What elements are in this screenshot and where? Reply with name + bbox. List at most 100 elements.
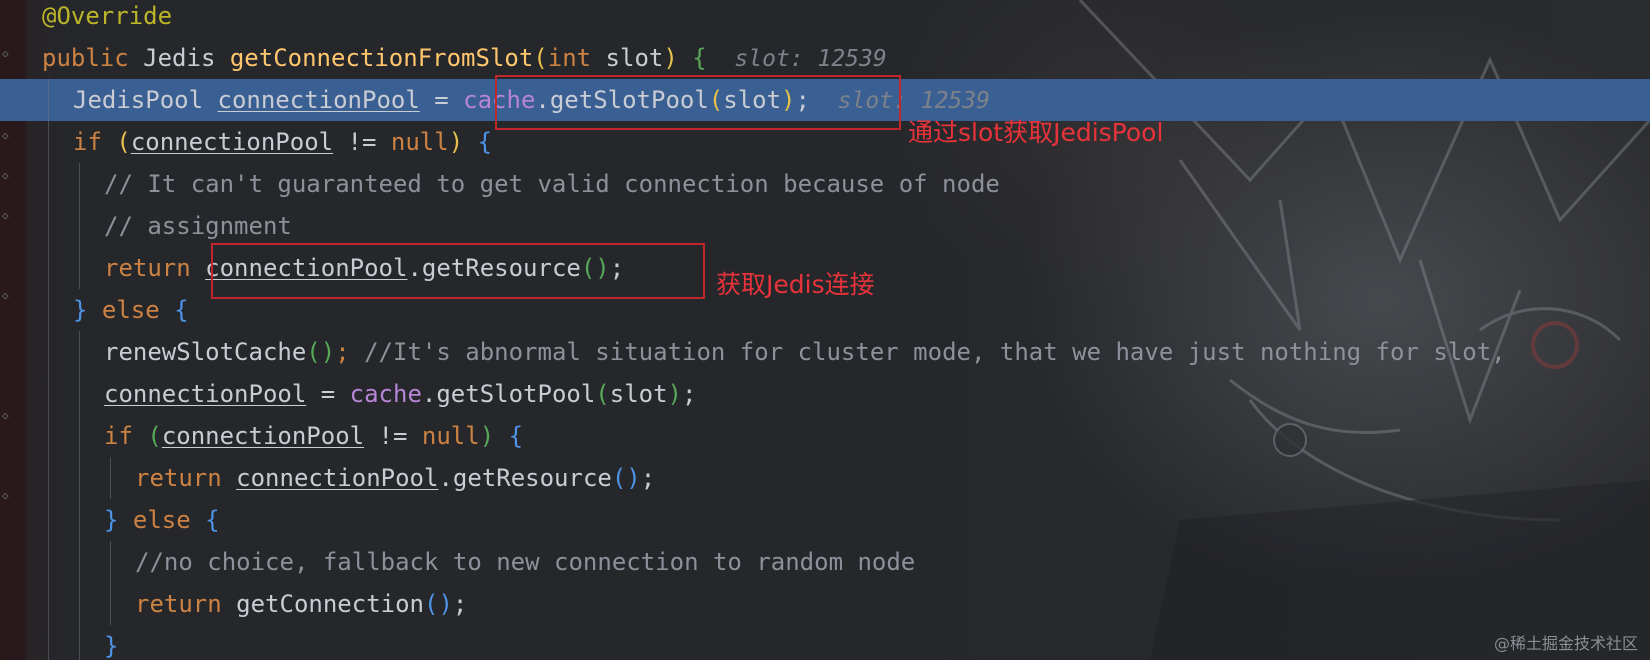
indent-guide [48, 415, 49, 457]
annotation-get-jedispool: 通过slot获取JedisPool [908, 118, 1164, 147]
indent-guide [110, 541, 111, 583]
code-token: = [306, 380, 350, 408]
indent-guide [79, 247, 80, 289]
code-text: } else { [104, 499, 220, 541]
code-token: { [477, 128, 493, 156]
code-text: connectionPool = cache.getSlotPool(slot)… [104, 373, 696, 415]
code-token: return [135, 590, 237, 618]
code-token: int [547, 44, 606, 72]
code-token: slot [605, 44, 664, 72]
indent-guide [79, 625, 80, 660]
code-token: //no choice, fallback to new connection … [135, 548, 916, 576]
code-token: != [333, 128, 391, 156]
code-text: // It can't guaranteed to get valid conn… [104, 163, 1000, 205]
code-token: } [104, 506, 133, 534]
code-editor[interactable]: ◇ ◇ ◇ ◇ ◇ ◇ ◇ @Override public Jedis getC… [0, 0, 1650, 660]
code-token: else [101, 296, 175, 324]
code-line[interactable]: // It can't guaranteed to get valid conn… [0, 163, 1650, 205]
code-token: renewSlotCache [104, 338, 307, 366]
code-line[interactable]: public Jedis getConnectionFromSlot(int s… [0, 37, 1650, 79]
code-token: connectionPool [217, 86, 420, 114]
code-token: getConnectionFromSlot [229, 44, 534, 72]
code-line[interactable]: connectionPool = cache.getSlotPool(slot)… [0, 373, 1650, 415]
indent-guide [110, 583, 111, 625]
code-token: .getSlotPool [421, 380, 596, 408]
code-text: } [104, 625, 118, 660]
indent-guide [48, 247, 49, 289]
indent-guide [48, 499, 49, 541]
indent-guide [79, 541, 80, 583]
code-text: renewSlotCache(); //It's abnormal situat… [104, 331, 1506, 373]
code-line[interactable]: return getConnection(); [0, 583, 1650, 625]
indent-guide [48, 541, 49, 583]
code-token: ; [640, 464, 656, 492]
code-text: public Jedis getConnectionFromSlot(int s… [42, 37, 887, 80]
indent-guide [48, 373, 49, 415]
code-line[interactable]: // assignment [0, 205, 1650, 247]
code-text: if (connectionPool != null) { [104, 415, 523, 457]
indent-guide [48, 79, 49, 121]
code-token: ) [448, 128, 464, 156]
code-text: //no choice, fallback to new connection … [135, 541, 915, 583]
code-token: connectionPool [161, 422, 365, 450]
code-token: connectionPool [236, 464, 439, 492]
code-token: // assignment [104, 212, 292, 240]
code-token: ( [116, 128, 131, 156]
code-line[interactable]: @Override [0, 0, 1650, 37]
code-token: if [104, 422, 148, 450]
indent-guide [48, 121, 49, 163]
inline-debug-hint: slot: 12539 [706, 46, 887, 72]
indent-guide [48, 289, 49, 331]
code-token: else [132, 506, 206, 534]
annotation-get-jedis-connection: 获取Jedis连接 [716, 270, 875, 299]
code-token: { [508, 422, 524, 450]
code-token: return [135, 464, 237, 492]
code-token: = [419, 86, 464, 114]
code-token: { [174, 296, 189, 324]
indent-guide [48, 205, 49, 247]
indent-guide [48, 625, 49, 660]
indent-guide [79, 457, 80, 499]
indent-guide [48, 457, 49, 499]
code-text: // assignment [104, 205, 292, 247]
indent-guide [79, 415, 80, 457]
code-token: ; [335, 338, 365, 366]
code-line[interactable]: } else { [0, 499, 1650, 541]
indent-guide [79, 373, 80, 415]
indent-guide [79, 499, 80, 541]
code-token: () [424, 590, 453, 618]
code-text: return connectionPool.getResource(); [135, 457, 655, 499]
code-token: if [73, 128, 117, 156]
code-token: } [104, 632, 119, 660]
indent-guide [79, 331, 80, 373]
code-token: != [364, 422, 422, 450]
code-line[interactable]: } [0, 625, 1650, 660]
code-token: JedisPool [73, 86, 218, 114]
code-token: getConnection [236, 590, 424, 618]
code-token: .getResource [438, 464, 612, 492]
indent-guide [79, 583, 80, 625]
code-text: return getConnection(); [135, 583, 467, 625]
code-line[interactable]: if (connectionPool != null) { [0, 415, 1650, 457]
code-token: public [42, 44, 144, 72]
code-token: //It's abnormal situation for cluster mo… [364, 338, 1506, 366]
indent-guide [48, 163, 49, 205]
code-token: } [73, 296, 102, 324]
code-token: ( [147, 422, 162, 450]
code-token: () [611, 464, 641, 492]
code-line[interactable]: renewSlotCache(); //It's abnormal situat… [0, 331, 1650, 373]
indent-guide [48, 331, 49, 373]
code-text: } else { [73, 289, 189, 331]
code-token: connectionPool [130, 128, 334, 156]
code-token: null [421, 422, 480, 450]
code-text: if (connectionPool != null) { [73, 121, 492, 163]
code-token: ) [663, 44, 678, 72]
code-line[interactable]: return connectionPool.getResource(); [0, 457, 1650, 499]
code-token: ( [595, 380, 610, 408]
watermark: @稀土掘金技术社区 [1493, 634, 1638, 653]
code-token: cache [349, 380, 422, 408]
code-line[interactable]: //no choice, fallback to new connection … [0, 541, 1650, 583]
highlight-box-getresource [211, 243, 705, 299]
